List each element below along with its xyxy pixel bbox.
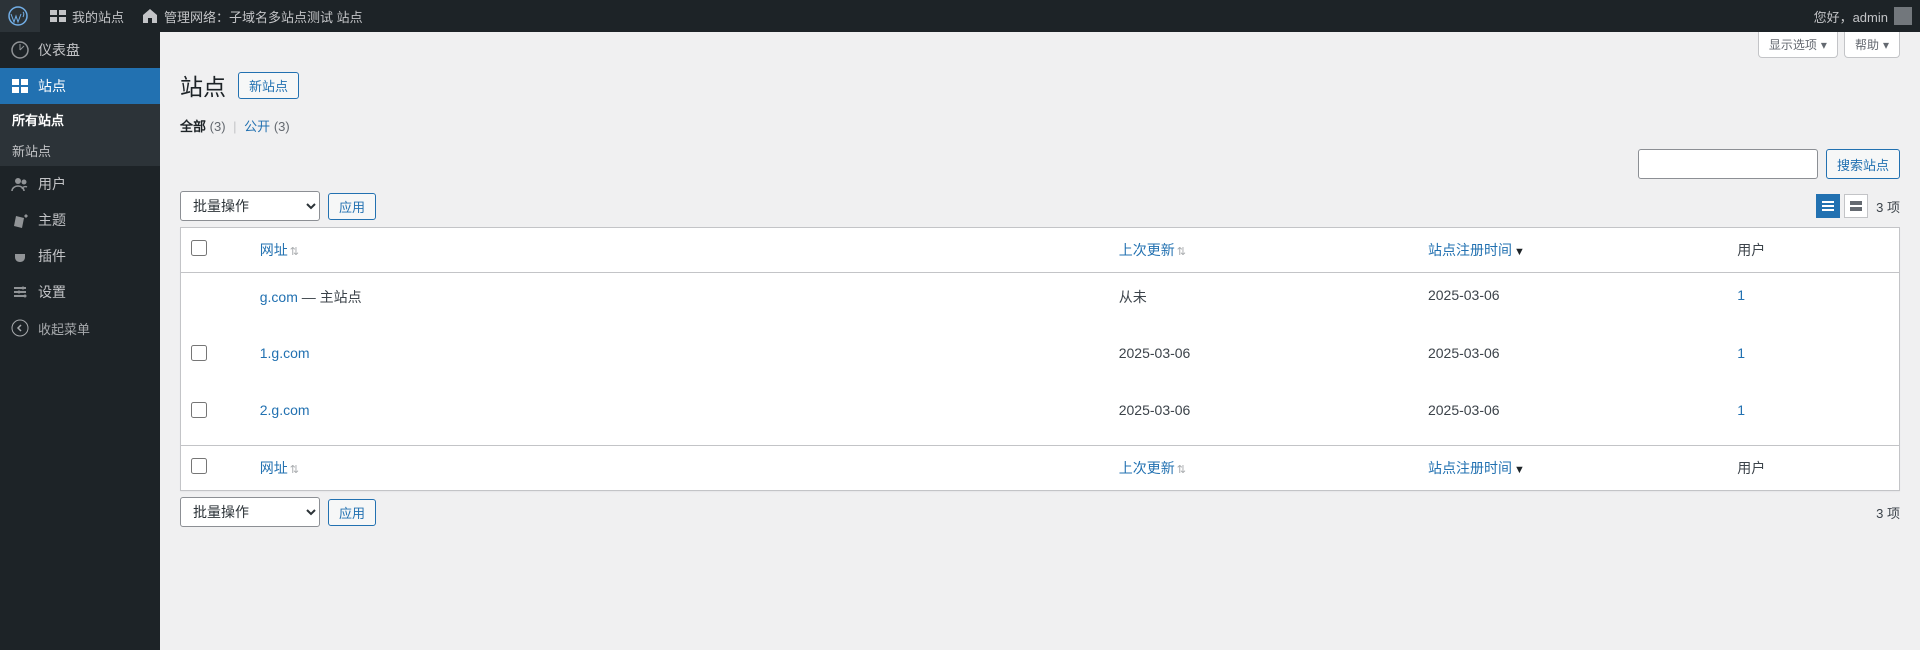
col-registered-header[interactable]: 站点注册时间▼ <box>1418 228 1727 273</box>
plugins-icon <box>10 246 30 266</box>
settings-icon <box>10 282 30 302</box>
cell-registered: 2025-03-06 <box>1418 388 1727 445</box>
filter-all[interactable]: 全部 <box>180 119 206 134</box>
filter-public[interactable]: 公开 <box>244 119 270 134</box>
cell-users-link[interactable]: 1 <box>1737 287 1745 303</box>
caret-down-icon: ▾ <box>1821 38 1827 52</box>
menu-users[interactable]: 用户 <box>0 166 160 202</box>
col-registered-footer[interactable]: 站点注册时间▼ <box>1418 445 1727 490</box>
menu-settings[interactable]: 设置 <box>0 274 160 310</box>
site-url-link[interactable]: 2.g.com <box>260 402 310 418</box>
account-link[interactable]: 您好，admin <box>1806 0 1920 32</box>
sites-menu-icon <box>10 76 30 96</box>
caret-down-icon: ▾ <box>1883 38 1889 52</box>
admin-topbar: 我的站点 管理网络：子域名多站点测试 站点 您好，admin <box>0 0 1920 32</box>
submenu-new-site[interactable]: 新站点 <box>0 135 160 166</box>
menu-collapse[interactable]: 收起菜单 <box>0 310 160 346</box>
admin-sidebar: 仪表盘 站点 所有站点 新站点 用户 主题 插件 设置 收起菜单 <box>0 32 160 650</box>
select-all-top[interactable] <box>191 240 207 256</box>
menu-dashboard[interactable]: 仪表盘 <box>0 32 160 68</box>
table-row: g.com — 主站点从未2025-03-061 <box>181 273 1899 331</box>
sites-table: 网址⇅ 上次更新⇅ 站点注册时间▼ 用户 g.com — 主站点从未2025-0… <box>180 227 1900 491</box>
items-count-bottom: 3 项 <box>1876 503 1900 522</box>
view-list-button[interactable] <box>1816 194 1840 218</box>
cell-registered: 2025-03-06 <box>1418 273 1727 331</box>
cell-users-link[interactable]: 1 <box>1737 402 1745 418</box>
list-icon <box>1820 198 1836 214</box>
table-row: 1.g.com 2025-03-062025-03-06 1 <box>181 331 1899 388</box>
collapse-icon <box>10 318 30 338</box>
network-admin-link[interactable]: 管理网络：子域名多站点测试 站点 <box>132 0 371 32</box>
submenu-all-sites[interactable]: 所有站点 <box>0 104 160 135</box>
col-updated-footer[interactable]: 上次更新⇅ <box>1109 445 1418 490</box>
site-url-link[interactable]: g.com <box>260 289 298 305</box>
main-content: 显示选项 ▾ 帮助 ▾ 站点 新站点 全部 (3) | 公开 (3) 搜索站点 … <box>160 32 1920 553</box>
row-checkbox[interactable] <box>191 402 207 418</box>
cell-users-link[interactable]: 1 <box>1737 345 1745 361</box>
col-url-footer[interactable]: 网址⇅ <box>250 445 1109 490</box>
excerpt-icon <box>1848 198 1864 214</box>
users-icon <box>10 174 30 194</box>
status-filter: 全部 (3) | 公开 (3) <box>180 116 1900 135</box>
menu-themes[interactable]: 主题 <box>0 202 160 238</box>
cell-registered: 2025-03-06 <box>1418 331 1727 388</box>
bulk-apply-bottom[interactable]: 应用 <box>328 499 376 526</box>
col-url-header[interactable]: 网址⇅ <box>250 228 1109 273</box>
bulk-action-select-top[interactable]: 批量操作 <box>180 191 320 221</box>
cell-updated: 从未 <box>1109 273 1418 331</box>
cell-updated: 2025-03-06 <box>1109 388 1418 445</box>
dashboard-icon <box>10 40 30 60</box>
submenu-sites: 所有站点 新站点 <box>0 104 160 166</box>
add-new-button[interactable]: 新站点 <box>238 72 299 99</box>
bulk-apply-top[interactable]: 应用 <box>328 193 376 220</box>
menu-sites[interactable]: 站点 <box>0 68 160 104</box>
table-row: 2.g.com 2025-03-062025-03-06 1 <box>181 388 1899 445</box>
col-updated-header[interactable]: 上次更新⇅ <box>1109 228 1418 273</box>
search-button[interactable]: 搜索站点 <box>1826 149 1900 179</box>
cell-updated: 2025-03-06 <box>1109 331 1418 388</box>
view-excerpt-button[interactable] <box>1844 194 1868 218</box>
my-sites-link[interactable]: 我的站点 <box>40 0 132 32</box>
wp-logo[interactable] <box>0 0 40 32</box>
themes-icon <box>10 210 30 230</box>
search-input[interactable] <box>1638 149 1818 179</box>
help-button[interactable]: 帮助 ▾ <box>1844 32 1900 58</box>
select-all-bottom[interactable] <box>191 458 207 474</box>
bulk-action-select-bottom[interactable]: 批量操作 <box>180 497 320 527</box>
sites-icon <box>48 6 68 26</box>
col-users-header: 用户 <box>1727 228 1899 273</box>
items-count-top: 3 项 <box>1876 197 1900 216</box>
screen-options-button[interactable]: 显示选项 ▾ <box>1758 32 1838 58</box>
avatar <box>1894 7 1912 25</box>
row-checkbox[interactable] <box>191 345 207 361</box>
site-url-link[interactable]: 1.g.com <box>260 345 310 361</box>
home-icon <box>140 6 160 26</box>
menu-plugins[interactable]: 插件 <box>0 238 160 274</box>
col-users-footer: 用户 <box>1727 445 1899 490</box>
page-title: 站点 <box>180 68 226 102</box>
wordpress-icon <box>8 6 28 26</box>
